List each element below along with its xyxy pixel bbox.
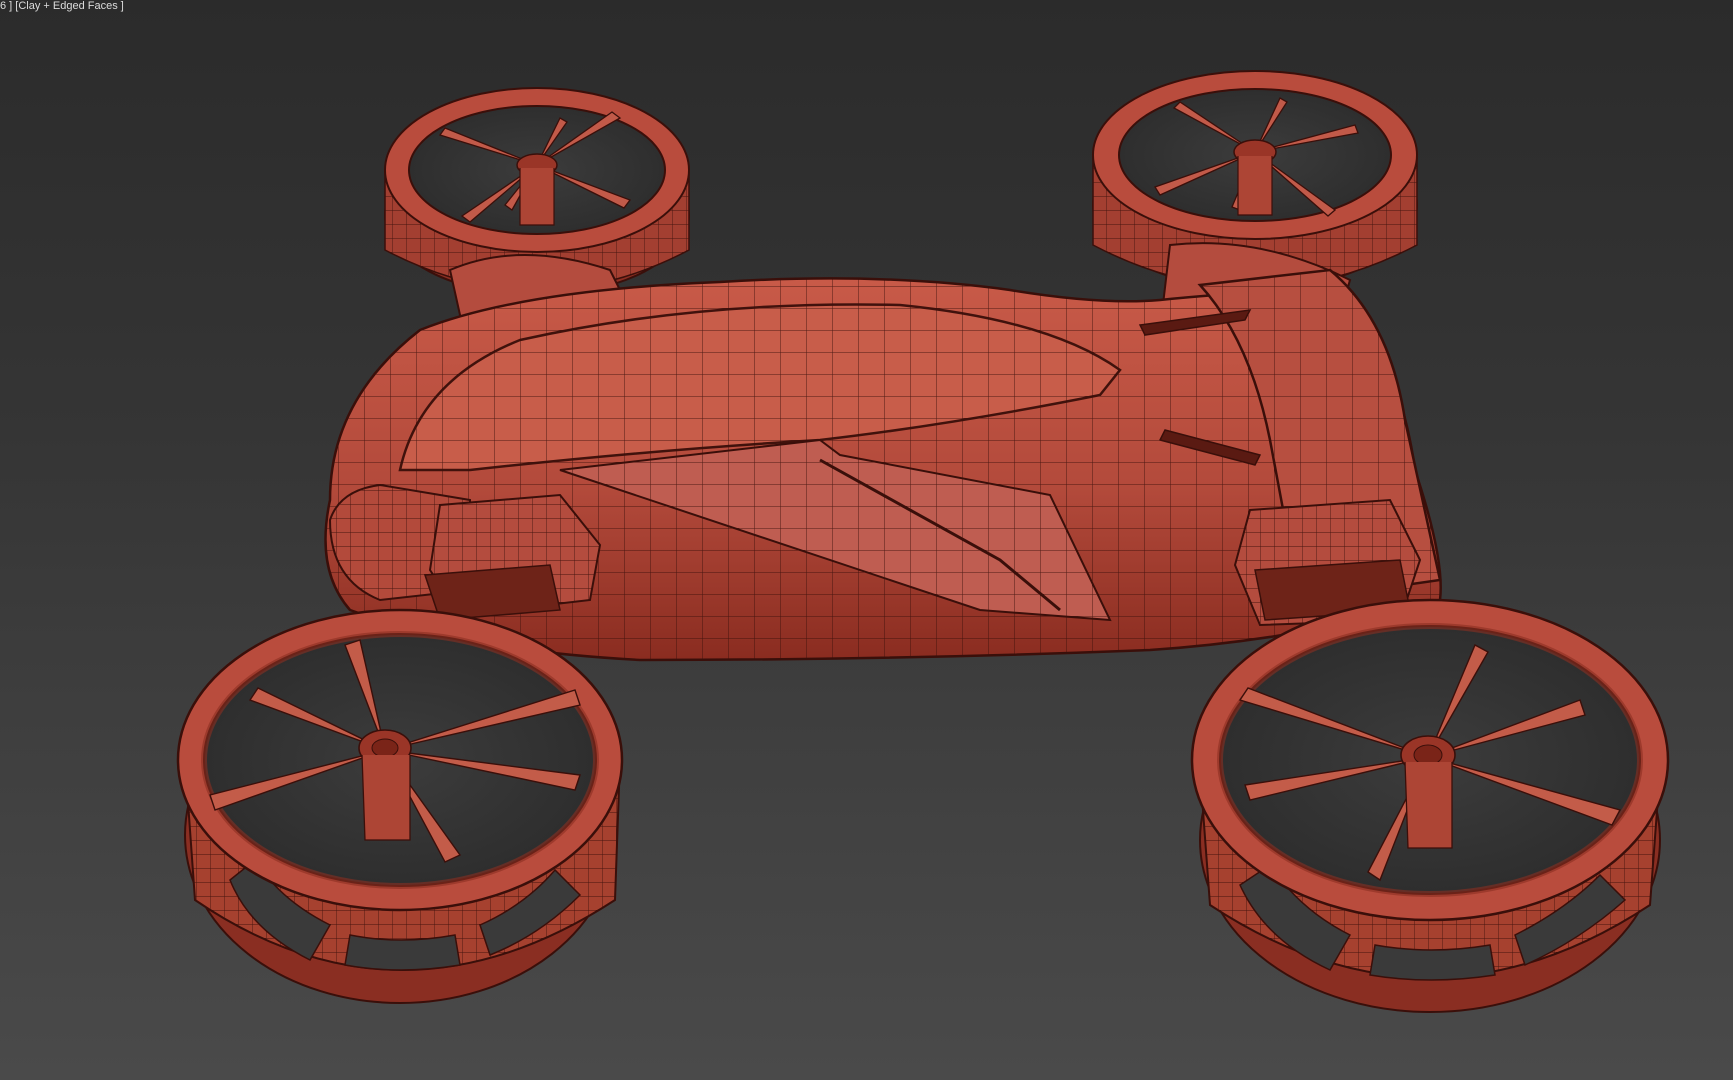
flying-car-model[interactable] <box>0 0 1733 1080</box>
rotor-duct-front-right[interactable] <box>1190 598 1670 1013</box>
3d-viewport[interactable]: 6 ] [Clay + Edged Faces ] <box>0 0 1733 1080</box>
rotor-duct-front-left[interactable] <box>176 608 624 1004</box>
vehicle-body[interactable] <box>324 242 1442 662</box>
